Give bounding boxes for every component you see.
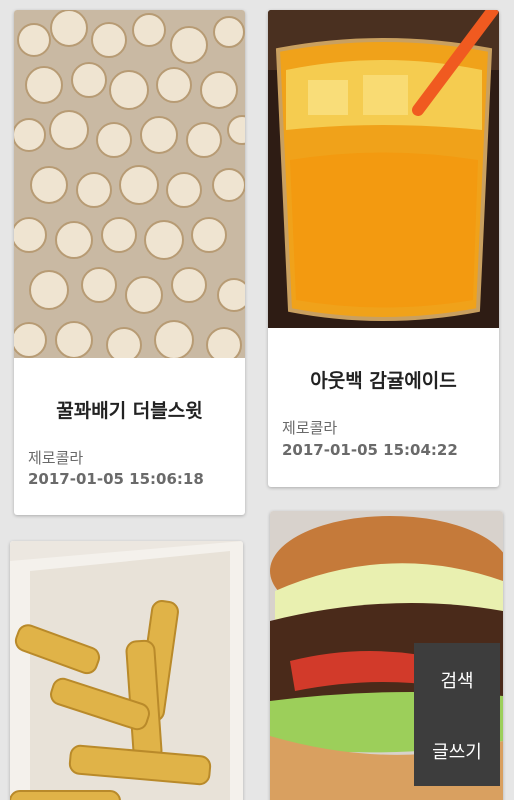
post-title: 아웃백 감귤에이드 [310, 370, 457, 392]
write-post-button[interactable]: 글쓰기 [414, 716, 500, 786]
post-photo-tangerine-ade[interactable] [268, 10, 499, 328]
post-date: 2017-01-05 15:04:22 [282, 441, 458, 459]
post-photo-honey-twist[interactable] [14, 10, 245, 358]
search-button[interactable]: 검색 [414, 643, 500, 716]
post-date: 2017-01-05 15:06:18 [28, 470, 204, 488]
post-feed: 꿀꽈배기 더블스윗 제로콜라 2017-01-05 15:06:18 아웃백 감… [0, 0, 514, 800]
post-title: 꿀꽈배기 더블스윗 [56, 400, 203, 422]
post-author: 제로콜라 [28, 449, 84, 467]
post-card[interactable]: 꿀꽈배기 더블스윗 제로콜라 2017-01-05 15:06:18 [14, 10, 245, 515]
post-card[interactable] [10, 541, 243, 800]
post-card[interactable]: 아웃백 감귤에이드 제로콜라 2017-01-05 15:04:22 [268, 10, 499, 487]
post-photo-cheese-sticks[interactable] [10, 541, 243, 800]
post-author: 제로콜라 [282, 419, 338, 437]
